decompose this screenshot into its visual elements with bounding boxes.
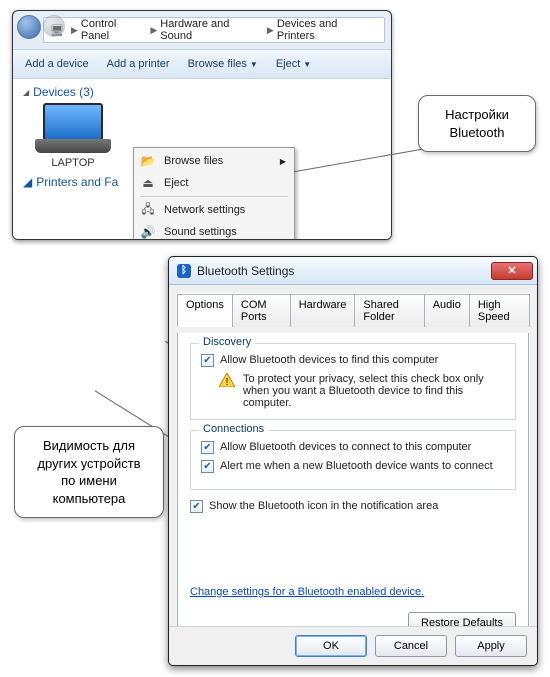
laptop-icon (33, 103, 113, 155)
callout-visibility: Видимость для других устройств по имени … (14, 426, 164, 518)
breadcrumb-item[interactable]: Hardware and Sound (160, 18, 264, 42)
chevron-right-icon: ▶ (150, 25, 157, 36)
ok-button[interactable]: OK (295, 635, 367, 657)
dialog-button-row: OK Cancel Apply (169, 626, 537, 665)
group-discovery: Discovery ✔ Allow Bluetooth devices to f… (190, 343, 516, 420)
browse-files-button[interactable]: Browse files▼ (188, 58, 258, 70)
callout-text: компьютера (29, 490, 149, 508)
checkbox-alert-new[interactable]: ✔ Alert me when a new Bluetooth device w… (201, 460, 505, 473)
callout-text: Bluetooth (433, 124, 521, 142)
menu-label: Browse files (164, 155, 223, 167)
dialog-title: Bluetooth Settings (197, 264, 294, 278)
context-menu: 📂 Browse files ▶ ⏏ Eject 🖧 Network setti… (133, 147, 295, 240)
checkbox-allow-connect[interactable]: ✔ Allow Bluetooth devices to connect to … (201, 441, 505, 454)
apply-button[interactable]: Apply (455, 635, 527, 657)
checkbox-icon: ✔ (201, 441, 214, 454)
warning-icon: ! (219, 373, 235, 387)
checkbox-show-icon[interactable]: ✔ Show the Bluetooth icon in the notific… (190, 500, 516, 513)
explorer-window: 🖥 ▶ Control Panel ▶ Hardware and Sound ▶… (12, 10, 392, 240)
cancel-button[interactable]: Cancel (375, 635, 447, 657)
chevron-right-icon: ▶ (267, 25, 274, 36)
close-icon: ✕ (507, 264, 516, 277)
callout-bluetooth-settings: Настройки Bluetooth (418, 95, 536, 152)
callout-text: Видимость для (29, 437, 149, 455)
group-legend: Discovery (199, 336, 255, 348)
callout-text: других устройств (29, 455, 149, 473)
bluetooth-settings-dialog: ᛒ Bluetooth Settings ✕ Options COM Ports… (168, 256, 538, 666)
bluetooth-icon: ᛒ (177, 264, 191, 278)
breadcrumb-item[interactable]: Control Panel (81, 18, 147, 42)
explorer-content: ◢ Devices (3) LAPTOP ◢ Printers and Fa 📂… (13, 79, 391, 239)
change-settings-link[interactable]: Change settings for a Bluetooth enabled … (190, 586, 424, 598)
chevron-right-icon: ▶ (71, 25, 78, 36)
menu-label: Network settings (164, 204, 245, 216)
tab-strip: Options COM Ports Hardware Shared Folder… (177, 293, 529, 327)
checkbox-icon: ✔ (190, 500, 203, 513)
add-device-button[interactable]: Add a device (25, 58, 89, 70)
device-label: LAPTOP (23, 157, 123, 169)
collapse-icon: ◢ (23, 175, 32, 189)
tab-options[interactable]: Options (177, 294, 233, 327)
checkbox-label: Allow Bluetooth devices to find this com… (220, 354, 438, 366)
eject-button[interactable]: Eject▼ (276, 58, 311, 70)
menu-item-network[interactable]: 🖧 Network settings (136, 199, 292, 221)
group-connections: Connections ✔ Allow Bluetooth devices to… (190, 430, 516, 490)
menu-label: Eject (164, 177, 188, 189)
section-label: Devices (3) (33, 85, 94, 99)
device-tile-laptop[interactable]: LAPTOP (23, 103, 123, 169)
menu-separator (140, 196, 288, 197)
menu-item-eject[interactable]: ⏏ Eject (136, 172, 292, 194)
callout-connector (293, 142, 423, 144)
tab-panel-options: Discovery ✔ Allow Bluetooth devices to f… (177, 333, 529, 645)
caret-down-icon: ▼ (250, 60, 258, 69)
breadcrumb[interactable]: 🖥 ▶ Control Panel ▶ Hardware and Sound ▶… (43, 17, 385, 43)
nav-forward-button (43, 15, 65, 37)
sound-icon: 🔊 (140, 224, 156, 240)
devices-section-header[interactable]: ◢ Devices (3) (23, 85, 381, 99)
checkbox-allow-find[interactable]: ✔ Allow Bluetooth devices to find this c… (201, 354, 505, 367)
breadcrumb-item[interactable]: Devices and Printers (277, 18, 378, 42)
checkbox-label: Show the Bluetooth icon in the notificat… (209, 500, 438, 512)
eject-icon: ⏏ (140, 175, 156, 191)
callout-text: по имени (29, 472, 149, 490)
tab-high-speed[interactable]: High Speed (469, 294, 530, 327)
nav-back-button[interactable] (17, 15, 41, 39)
close-button[interactable]: ✕ (491, 262, 533, 280)
checkbox-label: Alert me when a new Bluetooth device wan… (220, 460, 493, 472)
checkbox-icon: ✔ (201, 460, 214, 473)
caret-down-icon: ▼ (303, 60, 311, 69)
menu-item-browse[interactable]: 📂 Browse files ▶ (136, 150, 292, 172)
folder-icon: 📂 (140, 153, 156, 169)
chevron-right-icon: ▶ (280, 157, 286, 166)
collapse-icon: ◢ (23, 88, 29, 97)
tab-hardware[interactable]: Hardware (290, 294, 356, 327)
tab-com-ports[interactable]: COM Ports (232, 294, 291, 327)
svg-text:!: ! (226, 377, 229, 387)
group-legend: Connections (199, 423, 268, 435)
section-label: Printers and Fa (36, 175, 118, 189)
add-printer-button[interactable]: Add a printer (107, 58, 170, 70)
callout-text: Настройки (433, 106, 521, 124)
dialog-body: Options COM Ports Hardware Shared Folder… (169, 285, 537, 653)
checkbox-icon: ✔ (201, 354, 214, 367)
privacy-warning: ! To protect your privacy, select this c… (219, 373, 505, 409)
tab-shared-folder[interactable]: Shared Folder (354, 294, 424, 327)
menu-label: Sound settings (164, 226, 237, 238)
network-icon: 🖧 (140, 202, 156, 218)
dialog-titlebar[interactable]: ᛒ Bluetooth Settings ✕ (169, 257, 537, 285)
checkbox-label: Allow Bluetooth devices to connect to th… (220, 441, 471, 453)
tab-audio[interactable]: Audio (424, 294, 470, 327)
warning-text: To protect your privacy, select this che… (243, 373, 503, 409)
menu-item-sound[interactable]: 🔊 Sound settings (136, 221, 292, 240)
explorer-toolbar: Add a device Add a printer Browse files▼… (13, 49, 391, 79)
